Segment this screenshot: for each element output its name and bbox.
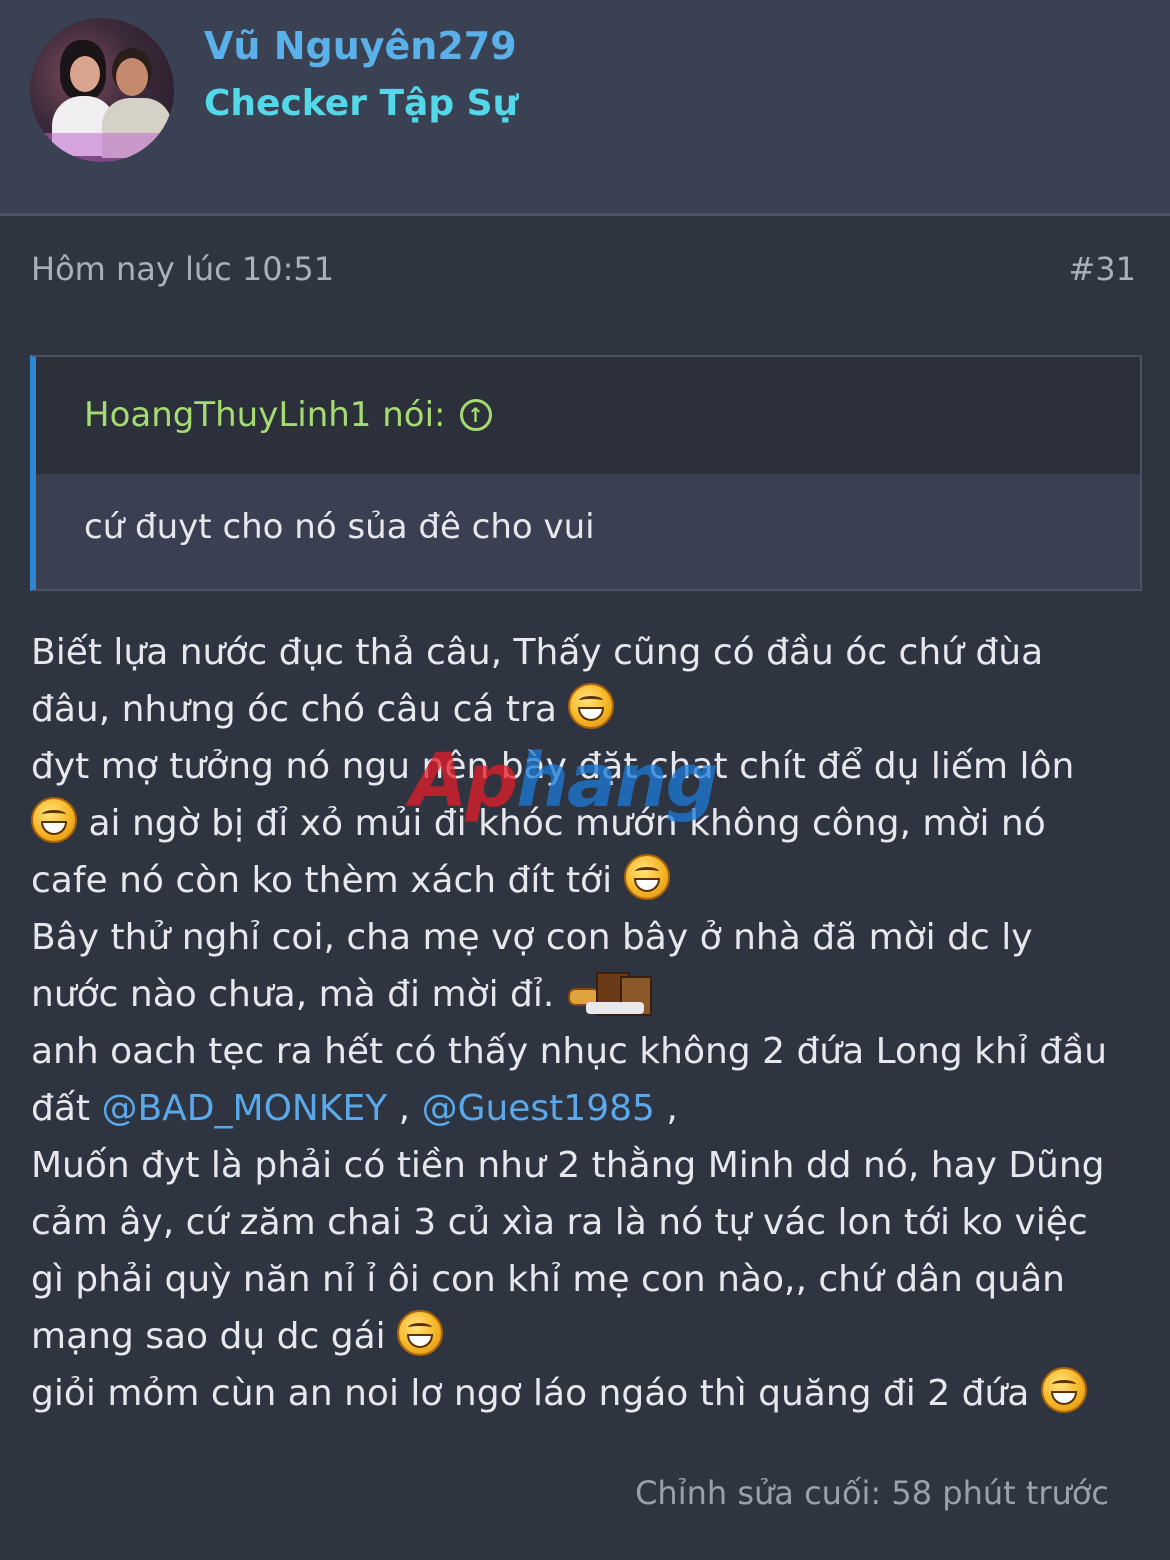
post-number[interactable]: #31: [1068, 250, 1136, 288]
laughing-emoji-icon: [568, 683, 615, 729]
laughing-emoji-icon: [1040, 1367, 1087, 1413]
quote-jump-arrow-icon[interactable]: ↑: [459, 399, 492, 431]
laughing-emoji-icon: [31, 797, 77, 843]
post-line: đâu, nhưng óc chó câu cá tra: [31, 681, 1146, 738]
post-text: Muốn đyt là phải có tiền như 2 thằng Min…: [31, 1145, 1105, 1186]
mention-separator: ,: [398, 1088, 411, 1129]
quote-text: cứ đuyt cho nó sủa đê cho vui: [84, 507, 595, 547]
quote-author-label: HoangThuyLinh1 nói:: [84, 395, 446, 435]
quote-header: HoangThuyLinh1 nói: ↑: [36, 357, 1140, 474]
post-text: anh oach tẹc ra hết có thấy nhục không 2…: [31, 1031, 1108, 1072]
post-text: cafe nó còn ko thèm xách đít tới: [31, 860, 613, 901]
avatar-person-2-face: [116, 58, 148, 96]
laughing-emoji-icon: [397, 1310, 444, 1356]
laughing-emoji-icon: [623, 854, 670, 900]
user-title: Checker Tập Sự: [204, 83, 519, 124]
mention-separator: ,: [666, 1088, 678, 1129]
post-text: Bây thử nghỉ coi, cha mẹ vợ con bây ở nh…: [31, 917, 1033, 958]
site-watermark: Aphang: [410, 738, 719, 824]
username-link[interactable]: Vũ Nguyên279: [204, 24, 517, 68]
post-date[interactable]: Hôm nay lúc 10:51: [31, 250, 334, 288]
user-header: Vũ Nguyên279 Checker Tập Sự: [0, 0, 1170, 216]
post-text: cảm ây, cứ zăm chai 3 củ xìa ra là nó tự…: [31, 1202, 1088, 1243]
mention-guest1985[interactable]: @Guest1985: [422, 1088, 655, 1129]
post-line: anh oach tẹc ra hết có thấy nhục không 2…: [31, 1023, 1146, 1080]
post-text: giỏi mỏm cùn an noi lơ ngơ láo ngáo thì …: [31, 1373, 1030, 1414]
post-line: Bây thử nghỉ coi, cha mẹ vợ con bây ở nh…: [31, 909, 1146, 966]
post-line: Biết lựa nước đục thả câu, Thấy cũng có …: [31, 624, 1146, 681]
post-line: mạng sao dụ dc gái: [31, 1308, 1146, 1365]
post-text: đất: [31, 1088, 91, 1129]
post-line: cafe nó còn ko thèm xách đít tới: [31, 852, 1146, 909]
post-line: đất @BAD_MONKEY , @Guest1985 ,: [31, 1080, 1146, 1137]
post-line: nước nào chưa, mà đi mời đỉ.: [31, 966, 1146, 1023]
watermark-part-1: Ap: [410, 738, 518, 824]
avatar-person-1-face: [70, 56, 100, 92]
post-text: đâu, nhưng óc chó câu cá tra: [31, 689, 557, 730]
post-line: giỏi mỏm cùn an noi lơ ngơ láo ngáo thì …: [31, 1365, 1146, 1422]
mention-bad-monkey[interactable]: @BAD_MONKEY: [101, 1088, 387, 1129]
post-text: nước nào chưa, mà đi mời đỉ.: [31, 974, 555, 1015]
post-line: Muốn đyt là phải có tiền như 2 thằng Min…: [31, 1137, 1146, 1194]
avatar-glow: [40, 133, 164, 162]
post-text: mạng sao dụ dc gái: [31, 1316, 386, 1357]
quote-author-link[interactable]: HoangThuyLinh1 nói: ↑: [84, 395, 492, 435]
avatar[interactable]: [30, 18, 174, 162]
post-line: gì phải quỳ năn nỉ ỉ ôi con khỉ mẹ con n…: [31, 1251, 1146, 1308]
post-text: gì phải quỳ năn nỉ ỉ ôi con khỉ mẹ con n…: [31, 1259, 1065, 1300]
post-line: cảm ây, cứ zăm chai 3 củ xìa ra là nó tự…: [31, 1194, 1146, 1251]
last-edited: Chỉnh sửa cuối: 58 phút trước: [635, 1474, 1109, 1512]
watermark-part-2: hang: [516, 738, 718, 824]
coffee-sticker-icon: [566, 966, 652, 1016]
post-text: Biết lựa nước đục thả câu, Thấy cũng có …: [31, 632, 1044, 673]
quote-block: HoangThuyLinh1 nói: ↑ cứ đuyt cho nó sủa…: [30, 355, 1142, 591]
